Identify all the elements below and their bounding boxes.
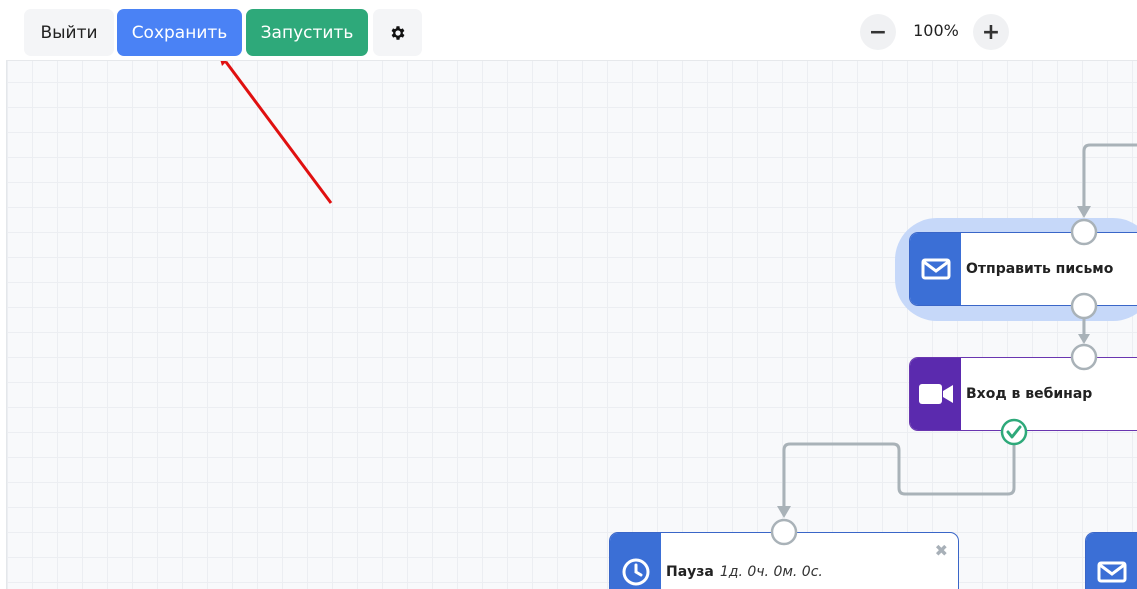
clock-icon: [610, 533, 661, 589]
envelope-icon: [1086, 533, 1137, 589]
envelope-icon: [910, 233, 961, 305]
node-label: Отправить письмо: [966, 261, 1114, 277]
run-button[interactable]: Запустить: [246, 9, 368, 56]
zoom-out-button[interactable]: −: [860, 14, 896, 50]
pause-duration: 1д. 0ч. 0м. 0с.: [719, 564, 823, 580]
node-webinar-entry[interactable]: Вход в вебинар: [909, 357, 1137, 431]
close-icon[interactable]: ✖: [935, 541, 948, 560]
node-send-email-2[interactable]: [1085, 532, 1137, 589]
exit-button[interactable]: Выйти: [24, 9, 114, 56]
pause-label: Пауза: [666, 564, 714, 580]
node-send-email[interactable]: Отправить письмо: [909, 232, 1137, 306]
settings-button[interactable]: [373, 9, 422, 56]
video-camera-icon: [910, 358, 961, 430]
node-pause[interactable]: Пауза 1д. 0ч. 0м. 0с. ✖: [609, 532, 959, 589]
gear-icon: [391, 25, 404, 40]
save-button[interactable]: Сохранить: [117, 9, 242, 56]
node-label: Вход в вебинар: [966, 386, 1093, 402]
node-body: Пауза 1д. 0ч. 0м. 0с. ✖: [661, 533, 958, 589]
zoom-level: 100%: [913, 21, 959, 40]
zoom-in-button[interactable]: +: [973, 14, 1009, 50]
toolbar: Выйти Сохранить Запустить − 100% +: [6, 6, 1137, 61]
